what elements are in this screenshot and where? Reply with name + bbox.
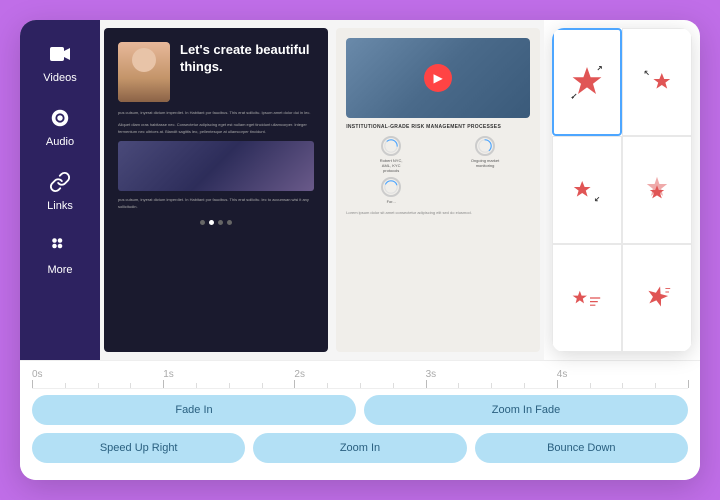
sidebar-item-links[interactable]: Links [28,160,92,218]
top-section: Videos Audio Links [20,20,700,360]
risk-circle-2 [475,136,495,156]
sidebar-links-label: Links [47,200,73,212]
dot-1 [200,220,205,225]
btn-row-2: Speed Up Right Zoom In Bounce Down [32,433,688,463]
risk-item-2: Ongoing marketmonitoring [440,136,530,173]
star-wiggle-icon [639,280,675,316]
bottom-section: 0s 1s 2s 3s 4s [20,360,700,480]
btn-row-1: Fade In Zoom In Fade [32,395,688,425]
doc-right-inner: ▶ INSTITUTIONAL-GRADE RISK MANAGEMENT PR… [336,28,540,352]
doc-portrait [118,42,170,102]
meeting-bg: ▶ [346,38,530,118]
star-cell-small-left[interactable] [552,244,622,352]
star-cell-wiggle[interactable] [622,244,692,352]
doc-headline: Let's create beautiful things. [180,42,314,102]
document-preview: Let's create beautiful things. pus culsu… [100,20,544,360]
sidebar-more-label: More [47,264,72,276]
dot-4 [227,220,232,225]
star-shrink-right-icon [639,64,675,100]
fade-in-button[interactable]: Fade In [32,395,356,425]
star-cell-bounce[interactable] [622,136,692,244]
sidebar: Videos Audio Links [20,20,100,360]
doc-body-text-1: pus culsum, inyerat dictum imperdiet. In… [118,110,314,116]
bounce-down-button[interactable]: Bounce Down [475,433,688,463]
sidebar-videos-label: Videos [43,72,76,84]
star-bounce-icon [639,172,675,208]
star-small-left-icon [569,280,605,316]
audio-icon [46,104,74,132]
videos-icon [46,40,74,68]
risk-grid: Robert NYC,AML, KYCprotocols Ongoing mar [346,136,530,204]
play-button[interactable]: ▶ [424,64,452,92]
star-shrink-left-icon [569,172,605,208]
more-icon [46,232,74,260]
doc-pagination [118,220,314,225]
doc-hero: Let's create beautiful things. [118,42,314,102]
timeline-label-4s: 4s [557,369,568,380]
risk-circle-1 [381,136,401,156]
risk-circle-3 [381,177,401,197]
star-expand-icon [569,64,605,100]
timeline-ruler: 0s 1s 2s 3s 4s [32,361,688,389]
speed-up-right-button[interactable]: Speed Up Right [32,433,245,463]
dot-2 [209,220,214,225]
doc-left-inner: Let's create beautiful things. pus culsu… [104,28,328,352]
star-cell-expand[interactable] [552,28,622,136]
sidebar-item-audio[interactable]: Audio [28,96,92,154]
timeline-label-2s: 2s [294,369,305,380]
portrait-face [118,42,170,102]
risk-label-2: Ongoing marketmonitoring [471,158,499,168]
risk-label-1: Robert NYC,AML, KYCprotocols [380,158,403,173]
timeline-label-0s: 0s [32,369,43,380]
star-cell-shrink-right[interactable] [622,28,692,136]
animation-buttons: Fade In Zoom In Fade Speed Up Right Zoom… [32,395,688,463]
star-panel [552,28,692,352]
links-icon [46,168,74,196]
content-area: Let's create beautiful things. pus culsu… [100,20,700,360]
risk-item-1: Robert NYC,AML, KYCprotocols [346,136,436,173]
zoom-in-button[interactable]: Zoom In [253,433,466,463]
doc-body-text-3: pus culsum, inyerat dictum imperdiet. In… [118,197,314,210]
doc-page-right: ▶ INSTITUTIONAL-GRADE RISK MANAGEMENT PR… [336,28,540,352]
star-cell-shrink-left[interactable] [552,136,622,244]
sidebar-audio-label: Audio [46,136,74,148]
zoom-in-fade-button[interactable]: Zoom In Fade [364,395,688,425]
face-circle [132,48,156,72]
risk-item-3: For... [346,177,436,204]
sidebar-item-videos[interactable]: Videos [28,32,92,90]
doc-hands-image [118,141,314,191]
timeline-label-1s: 1s [163,369,174,380]
doc-page-left: Let's create beautiful things. pus culsu… [104,28,328,352]
sidebar-item-more[interactable]: More [28,224,92,282]
hands-bg [118,141,314,191]
right-section-title: INSTITUTIONAL-GRADE RISK MANAGEMENT PROC… [346,124,530,130]
risk-label-3: For... [387,199,396,204]
right-top-image: ▶ [346,38,530,118]
main-container: Videos Audio Links [20,20,700,480]
timeline-label-3s: 3s [426,369,437,380]
dot-3 [218,220,223,225]
doc-body-text-2: Aliquet diam cras habitasse nec. Consect… [118,122,314,135]
right-body-text: Lorem ipsum dolor sit amet consectetur a… [346,210,530,216]
